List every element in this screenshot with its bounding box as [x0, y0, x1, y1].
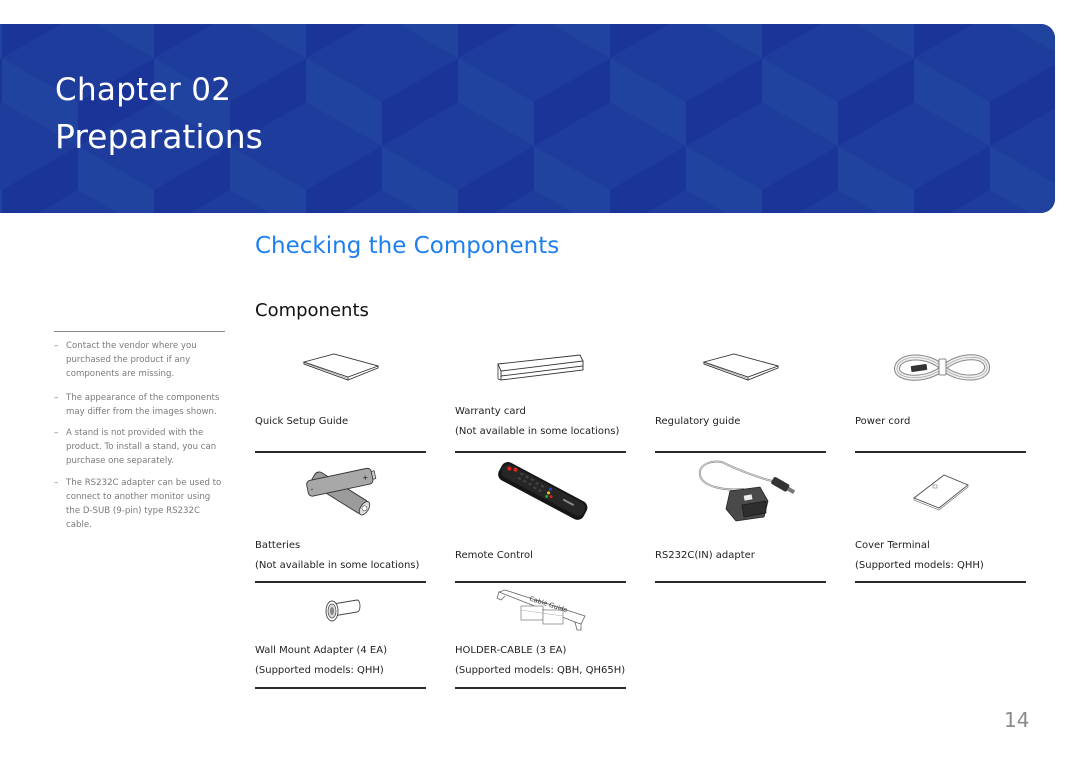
component-divider: [255, 451, 426, 453]
component-note: (Not available in some locations): [455, 426, 620, 437]
component-name: Quick Setup Guide: [255, 416, 349, 427]
power-cord-icon: [893, 354, 990, 381]
note-item: – The appearance of the components may di…: [54, 391, 226, 419]
component-note: (Supported models: QBH, QH65H): [455, 665, 626, 676]
dash: –: [54, 393, 59, 403]
notes-list: – Contact the vendor where you purchased …: [54, 339, 226, 541]
component-divider: [655, 451, 826, 453]
page-number: 14: [1004, 708, 1030, 732]
component-name: Batteries: [255, 540, 301, 551]
note-item: – The RS232C adapter can be used to conne…: [54, 476, 226, 532]
component-name: Power cord: [855, 416, 911, 427]
component-divider: [855, 451, 1026, 453]
component-name: HOLDER-CABLE (3 EA): [455, 645, 567, 656]
component-divider: [255, 581, 426, 583]
dash: –: [54, 428, 59, 438]
component-name: Cover Terminal: [855, 540, 930, 551]
batteries-icon: + -: [305, 467, 376, 516]
cover-terminal-icon: [912, 474, 969, 511]
component-name: Regulatory guide: [655, 416, 741, 427]
component-name: Warranty card: [455, 406, 526, 417]
notes-divider: [54, 331, 225, 332]
chapter-title: Preparations: [55, 117, 263, 156]
component-name: Wall Mount Adapter (4 EA): [255, 645, 387, 656]
note-text: The RS232C adapter can be used to connec…: [66, 478, 222, 530]
note-text: The appearance of the components may dif…: [66, 393, 220, 417]
note-item: – A stand is not provided with the produc…: [54, 426, 226, 468]
holder-cable-icon: Cable Guide: [496, 589, 586, 631]
component-divider: [255, 687, 426, 689]
wall-mount-adapter-icon: [325, 599, 360, 622]
component-divider: [855, 581, 1026, 583]
component-divider: [455, 687, 626, 689]
booklet-icon: [301, 353, 379, 381]
warranty-card-icon: [496, 354, 584, 381]
subsection-title: Components: [255, 300, 369, 321]
booklet-icon: [701, 353, 779, 381]
component-divider: [455, 581, 626, 583]
rs232c-adapter-icon: [698, 460, 795, 522]
component-divider: [455, 451, 626, 453]
dash: –: [54, 341, 59, 351]
section-title: Checking the Components: [255, 233, 560, 259]
component-note: (Supported models: QHH): [855, 560, 984, 571]
dash: –: [54, 478, 59, 488]
component-name: Remote Control: [455, 550, 533, 561]
chapter-label: Chapter 02: [55, 72, 232, 108]
component-name: RS232C(IN) adapter: [655, 550, 755, 561]
remote-control-icon: [497, 462, 587, 520]
component-note: (Supported models: QHH): [255, 665, 384, 676]
component-divider: [655, 581, 826, 583]
note-text: Contact the vendor where you purchased t…: [66, 341, 197, 379]
note-item: – Contact the vendor where you purchased …: [54, 339, 226, 381]
note-text: A stand is not provided with the product…: [66, 428, 217, 466]
chapter-banner: Chapter 02 Preparations: [0, 24, 1055, 213]
component-note: (Not available in some locations): [255, 560, 420, 571]
